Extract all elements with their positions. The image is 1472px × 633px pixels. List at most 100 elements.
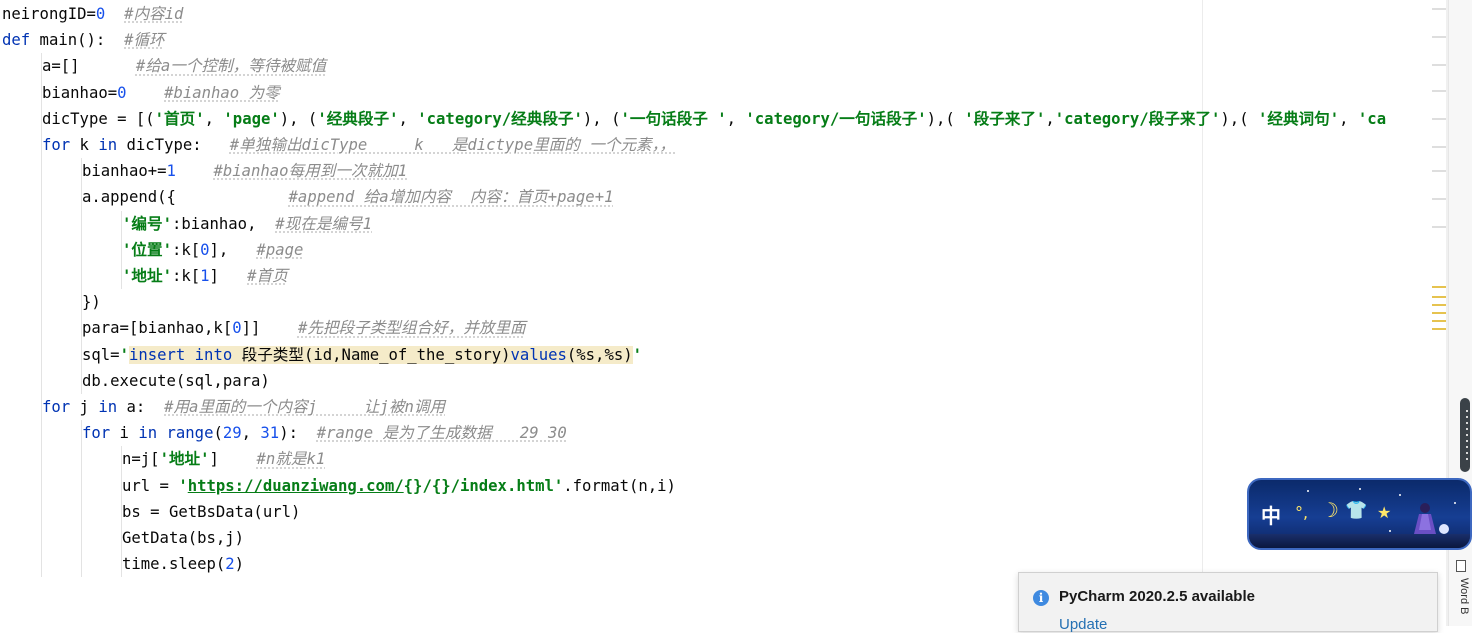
code-token: , [726,109,746,128]
code-line[interactable]: para=[bianhao,k[0]] #先把段子类型组合好，并放里面 [82,315,526,341]
code-token: , [1045,109,1055,128]
code-token: db.execute(sql,para) [82,371,270,390]
code-line[interactable]: time.sleep(2) [122,551,244,577]
ime-toolbar[interactable]: 中 °, ☽ 👕 ★ [1247,478,1472,550]
code-token: '位置' [122,240,172,259]
code-token: #range 是为了生成数据 29 30 [316,424,567,443]
word-binding-label[interactable]: Word B [1452,578,1470,626]
code-line[interactable]: sql='insert into 段子类型(id,Name_of_the_sto… [82,342,642,368]
code-line[interactable]: a.append({ #append 给a增加内容 内容：首页+page+1 [82,184,613,210]
code-token: ' [553,476,564,495]
update-link[interactable]: Update [1059,616,1107,633]
ime-star-icon[interactable]: ★ [1377,503,1391,522]
code-token: n=j[ [122,450,160,469]
code-token: #bianhao每用到一次就加1 [213,162,408,181]
update-notification[interactable]: i PyCharm 2020.2.5 available Update [1018,572,1438,633]
warning-marker[interactable] [1432,312,1446,314]
code-line[interactable]: for i in range(29, 31): #range 是为了生成数据 2… [82,420,567,446]
code-token: 'category/经典段子' [417,109,583,128]
code-token: ), ( [582,109,621,128]
stripe-marker[interactable] [1432,36,1446,38]
sparkle [1359,488,1361,490]
ime-ground [1249,534,1470,548]
code-token: for [42,136,71,154]
code-line[interactable]: '编号':bianhao, #现在是编号1 [122,211,372,237]
code-token: in [98,398,118,416]
code-line[interactable]: bianhao=0 #bianhao 为零 [42,80,280,106]
code-token: 1 [200,267,210,285]
code-token: ]] [241,319,298,338]
sparkle [1389,530,1391,532]
code-token: 段子类型(id,Name_of_the_story) [232,345,511,364]
code-line[interactable]: db.execute(sql,para) [82,368,270,394]
code-token: main(): [30,31,125,50]
code-token: def [2,31,31,50]
ime-moon-icon[interactable]: ☽ [1321,498,1339,522]
word-binding-icon[interactable] [1456,560,1466,572]
warning-marker[interactable] [1432,286,1446,288]
sparkle [1399,494,1401,496]
code-token: for [82,424,111,443]
code-token: #先把段子类型组合好，并放里面 [297,319,526,338]
code-token: 29 [222,424,242,443]
code-token: ), ( [279,109,318,128]
stripe-marker[interactable] [1432,146,1446,148]
code-token: ),( [926,109,965,128]
code-line[interactable]: for k in dicType: #单独输出dicType k 是dictyp… [42,132,675,158]
stripe-marker[interactable] [1432,198,1446,200]
code-token: ): [279,424,317,443]
code-token: #现在是编号1 [275,214,372,233]
stripe-marker[interactable] [1432,118,1446,120]
ime-skin-icon[interactable]: 👕 [1345,500,1367,521]
code-token: #用a里面的一个内容j 让j被n调用 [164,398,446,416]
code-line[interactable]: n=j['地址'] #n就是k1 [122,446,325,472]
code-token: in [98,136,118,154]
code-line[interactable]: def main(): #循环 [2,27,165,53]
code-token: https://duanziwang.com/ [187,476,404,495]
code-token: bianhao= [42,83,118,102]
code-token: ] [209,267,248,285]
code-line[interactable]: a=[] #给a一个控制，等待被赋值 [42,53,326,79]
code-token: 'category/一句话段子' [745,109,927,128]
warning-marker[interactable] [1432,296,1446,298]
stripe-marker[interactable] [1432,64,1446,66]
warning-marker[interactable] [1432,304,1446,306]
code-line[interactable]: '地址':k[1] #首页 [122,263,288,289]
ime-punctuation-icon[interactable]: °, [1295,503,1308,522]
code-line[interactable]: neirongID=0 #内容id [2,1,183,27]
code-line[interactable]: dicType = [('首页', 'page'), ('经典段子', 'cat… [42,106,1386,132]
code-token: #内容id [124,5,184,23]
warning-marker[interactable] [1432,328,1446,330]
code-token: '经典词句' [1257,109,1340,128]
sparkle [1307,490,1309,492]
stripe-marker[interactable] [1432,226,1446,228]
stripe-marker[interactable] [1432,170,1446,172]
stripe-marker[interactable] [1432,90,1446,92]
code-line[interactable]: url = 'https://duanziwang.com/{}/{}/inde… [122,473,676,499]
code-token: ], [209,240,257,259]
code-token: for [42,398,71,416]
code-token: , [204,109,224,128]
code-line[interactable]: '位置':k[0], #page [122,237,303,263]
code-line[interactable]: }) [82,289,101,315]
code-token: '地址' [159,450,210,469]
scrollbar-thumb[interactable] [1460,398,1470,472]
code-editor[interactable]: neirongID=0 #内容id def main(): #循环 a=[] #给a… [0,0,1448,626]
code-line[interactable]: bs = GetBsData(url) [122,499,300,525]
stripe-marker[interactable] [1432,8,1446,10]
ime-mode-button[interactable]: 中 [1261,500,1281,529]
code-line[interactable]: for j in a: #用a里面的一个内容j 让j被n调用 [42,394,445,420]
code-token: '段子来了' [964,109,1046,128]
code-line[interactable]: GetData(bs,j) [122,525,244,551]
code-token: url = [122,476,179,495]
info-icon: i [1033,590,1049,606]
code-token: '一句话段子 ' [620,109,727,128]
code-line[interactable]: bianhao+=1 #bianhao每用到一次就加1 [82,158,407,184]
code-token: k [70,136,99,154]
code-token: time.sleep( [122,555,226,574]
code-token: #page [256,240,304,259]
code-token: 0 [117,83,127,102]
code-token: 1 [166,162,176,181]
warning-marker[interactable] [1432,320,1446,322]
